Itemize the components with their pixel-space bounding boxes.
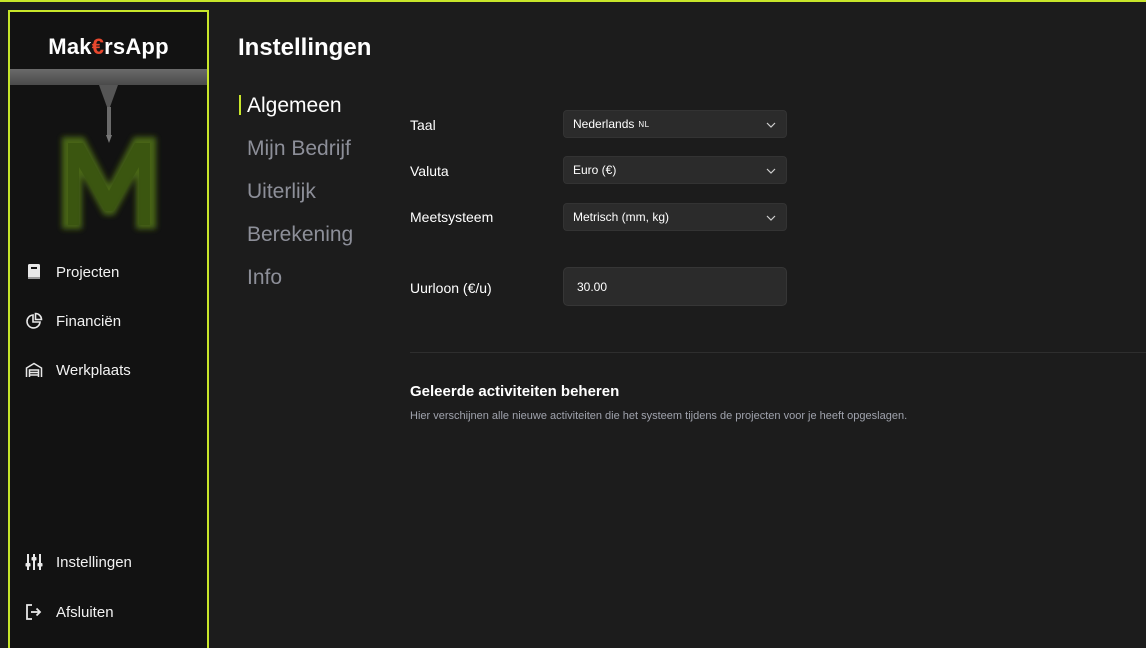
warehouse-icon bbox=[24, 360, 44, 380]
uurloon-input-value: 30.00 bbox=[577, 279, 608, 294]
sidebar-item-label: Werkplaats bbox=[56, 361, 131, 379]
language-code: NL bbox=[638, 119, 650, 129]
chevron-down-icon bbox=[766, 122, 776, 128]
taal-select-value: Nederlands bbox=[573, 117, 635, 131]
page-title: Instellingen bbox=[238, 34, 372, 61]
sidebar: Mak€rsApp Projecten Financiën Werkplaats… bbox=[8, 10, 209, 648]
chevron-down-icon bbox=[766, 215, 776, 221]
chevron-down-icon bbox=[766, 168, 776, 174]
tab-uiterlijk[interactable]: Uiterlijk bbox=[247, 180, 316, 204]
valuta-select-value: Euro (€) bbox=[573, 163, 617, 177]
sidebar-item-label: Projecten bbox=[56, 263, 120, 281]
book-icon bbox=[24, 262, 44, 282]
sidebar-item-instellingen[interactable]: Instellingen bbox=[24, 550, 199, 574]
uurloon-input[interactable]: 30.00 bbox=[563, 267, 787, 306]
sidebar-item-label: Afsluiten bbox=[56, 603, 114, 621]
m-logo-graphic bbox=[10, 69, 207, 229]
sidebar-item-afsluiten[interactable]: Afsluiten bbox=[24, 600, 199, 624]
taal-select[interactable]: Nederlands NL bbox=[563, 110, 787, 138]
tab-algemeen[interactable]: Algemeen bbox=[247, 94, 342, 118]
sliders-icon bbox=[24, 552, 44, 572]
tab-mijn-bedrijf[interactable]: Mijn Bedrijf bbox=[247, 137, 351, 161]
valuta-label: Valuta bbox=[410, 163, 449, 179]
activities-section-title: Geleerde activiteiten beheren bbox=[410, 383, 620, 400]
meetsysteem-label: Meetsysteem bbox=[410, 209, 494, 225]
sidebar-item-financien[interactable]: Financiën bbox=[24, 309, 199, 333]
section-divider bbox=[410, 352, 1146, 353]
active-tab-indicator bbox=[239, 95, 241, 115]
brand-logo-image bbox=[10, 67, 207, 237]
brand-euro-glyph: € bbox=[91, 34, 105, 59]
pie-chart-icon bbox=[24, 311, 44, 331]
valuta-select[interactable]: Euro (€) bbox=[563, 156, 787, 184]
tab-berekening[interactable]: Berekening bbox=[247, 223, 353, 247]
sidebar-item-werkplaats[interactable]: Werkplaats bbox=[24, 358, 199, 382]
meetsysteem-select-value: Metrisch (mm, kg) bbox=[573, 210, 669, 224]
tab-info[interactable]: Info bbox=[247, 266, 282, 290]
sidebar-item-label: Instellingen bbox=[56, 553, 132, 571]
sidebar-item-label: Financiën bbox=[56, 312, 122, 330]
meetsysteem-select[interactable]: Metrisch (mm, kg) bbox=[563, 203, 787, 231]
taal-label: Taal bbox=[410, 117, 436, 133]
app-window: Mak€rsApp Projecten Financiën Werkplaats… bbox=[0, 0, 1146, 648]
brand-logo-text: Mak€rsApp bbox=[48, 34, 169, 59]
uurloon-label: Uurloon (€/u) bbox=[410, 280, 492, 296]
activities-section-description: Hier verschijnen alle nieuwe activiteite… bbox=[410, 410, 908, 422]
logout-icon bbox=[24, 602, 44, 622]
sidebar-item-projecten[interactable]: Projecten bbox=[24, 260, 199, 284]
